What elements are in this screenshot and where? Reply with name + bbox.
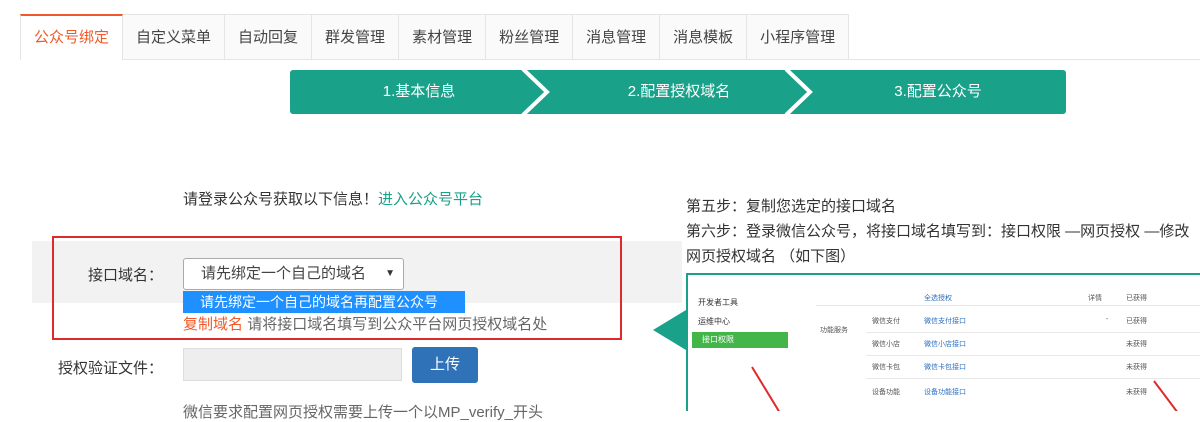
tab-message-templates[interactable]: 消息模板 bbox=[660, 14, 748, 59]
pointer-arrow-icon bbox=[653, 310, 686, 350]
highlight-box bbox=[52, 236, 622, 340]
verify-label: 授权验证文件： bbox=[58, 360, 164, 377]
annotation-arrow-right bbox=[1153, 380, 1178, 411]
annotation-arrows bbox=[751, 366, 1178, 411]
verify-file-input[interactable] bbox=[183, 348, 402, 381]
tab-messages[interactable]: 消息管理 bbox=[573, 14, 661, 59]
intro-message: 请登录公众号获取以下信息！ bbox=[183, 191, 379, 208]
step-1: 1.基本信息 bbox=[382, 83, 456, 100]
tab-mass-send[interactable]: 群发管理 bbox=[312, 14, 400, 59]
upload-button[interactable]: 上传 bbox=[412, 347, 478, 383]
tab-account-binding[interactable]: 公众号绑定 bbox=[20, 14, 124, 60]
verify-note: 微信要求配置网页授权需要上传一个以MP_verify_开头 bbox=[183, 404, 544, 421]
intro-text: 请登录公众号获取以下信息！进入公众号平台 bbox=[183, 188, 483, 209]
instruction-step6-line2: 网页授权域名 （如下图） bbox=[686, 248, 856, 265]
tab-bar: 公众号绑定 自定义菜单 自动回复 群发管理 素材管理 粉丝管理 消息管理 消息模… bbox=[20, 14, 1200, 60]
tab-fans[interactable]: 粉丝管理 bbox=[486, 14, 574, 59]
example-screenshot: 开发者工具 运维中心 接口权限 功能服务 全选授权 详情 已获得 微信支付 微信… bbox=[686, 273, 1200, 411]
annotation-arrow-left bbox=[751, 366, 780, 411]
step-2: 2.配置授权域名 bbox=[627, 83, 731, 100]
tab-custom-menu[interactable]: 自定义菜单 bbox=[123, 14, 226, 59]
tab-mini-program[interactable]: 小程序管理 bbox=[747, 14, 850, 59]
tab-materials[interactable]: 素材管理 bbox=[399, 14, 487, 59]
step-progress: 1.基本信息 2.配置授权域名 3.配置公众号 bbox=[290, 70, 1066, 114]
tab-auto-reply[interactable]: 自动回复 bbox=[225, 14, 313, 59]
instruction-step5: 第五步：复制您选定的接口域名 bbox=[686, 198, 897, 215]
step-3: 3.配置公众号 bbox=[894, 83, 982, 100]
platform-link[interactable]: 进入公众号平台 bbox=[378, 191, 483, 208]
instruction-step6-line1: 第六步：登录微信公众号，将接口域名填写到：接口权限 —网页授权 —修改 bbox=[686, 223, 1190, 240]
